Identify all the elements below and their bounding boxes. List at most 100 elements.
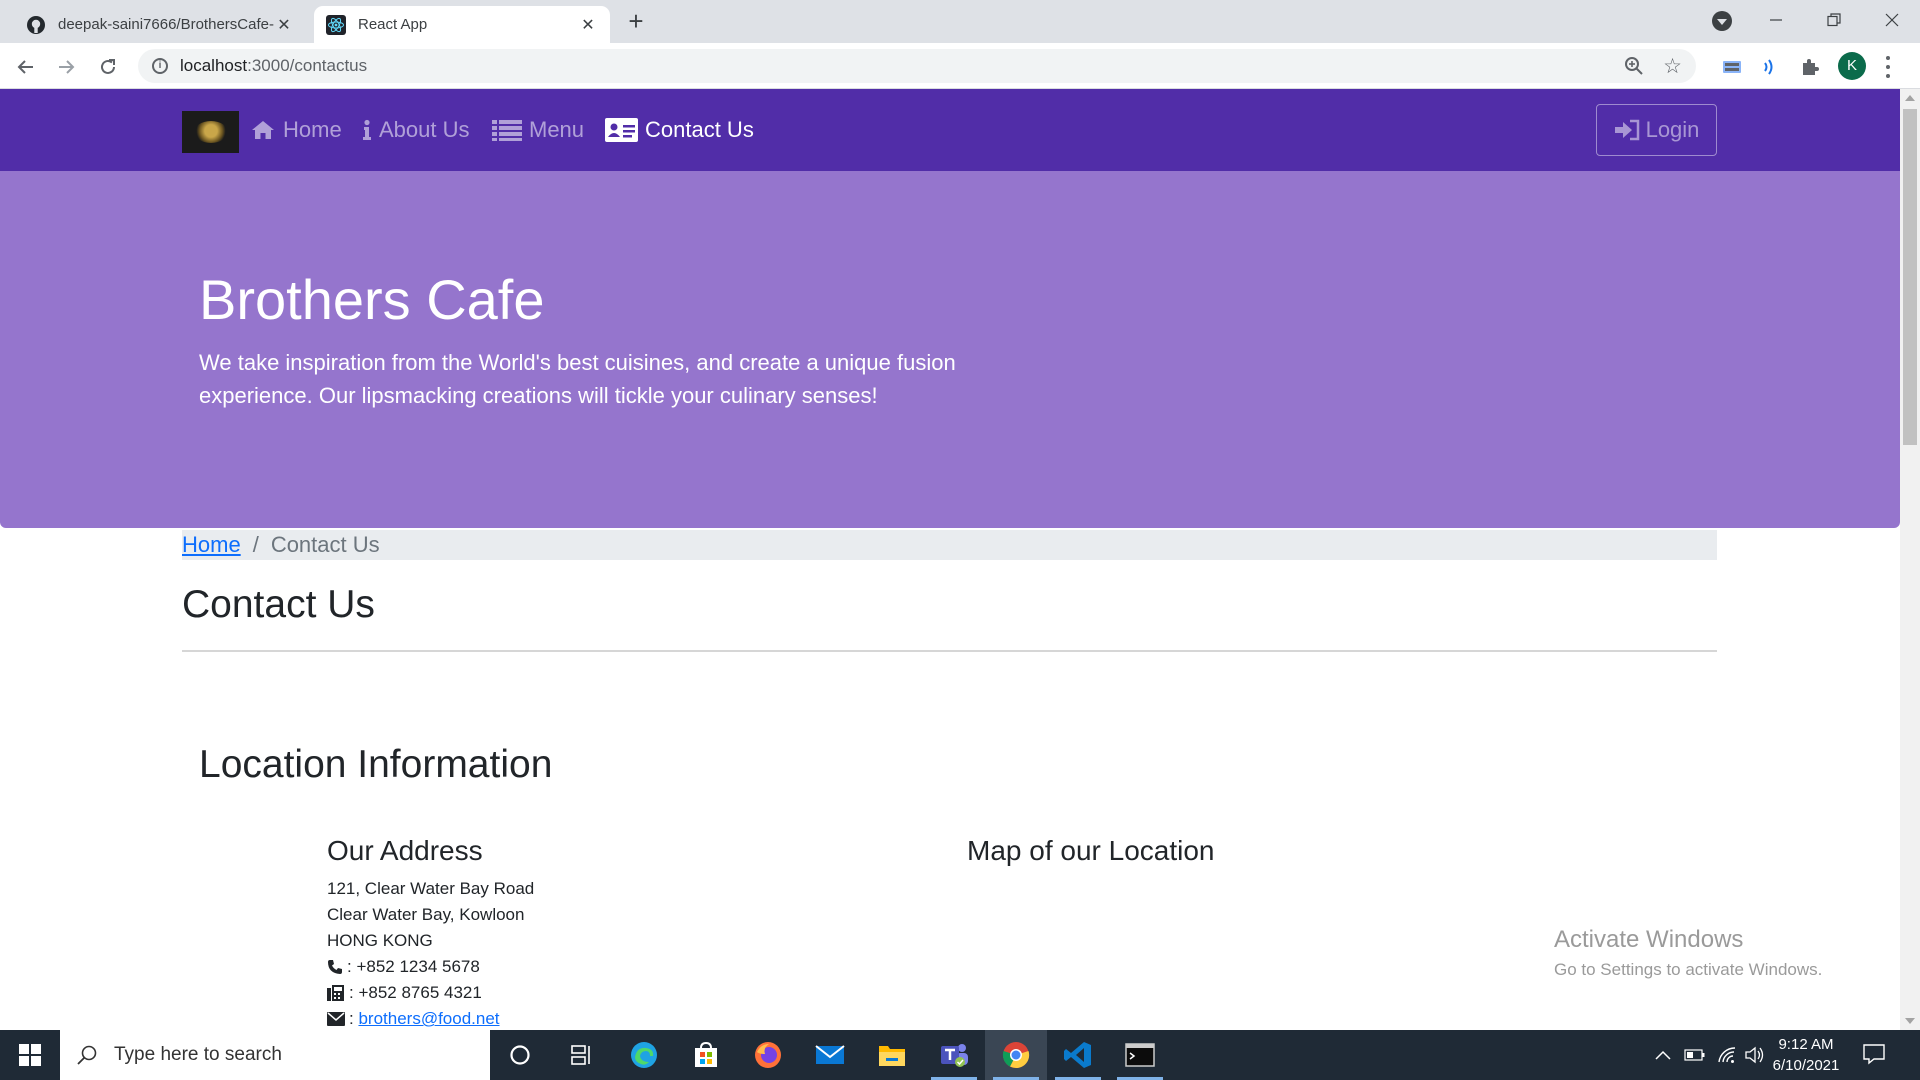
address-line: 121, Clear Water Bay Road bbox=[327, 879, 535, 898]
zoom-icon[interactable] bbox=[1624, 56, 1644, 81]
browser-toolbar: i localhost:3000/contactus ☆ K bbox=[0, 43, 1920, 89]
site-navbar: Home About Us Menu Contact Us Login bbox=[0, 89, 1900, 171]
terminal-icon[interactable] bbox=[1109, 1030, 1171, 1080]
nav-menu[interactable]: Menu bbox=[492, 89, 584, 171]
firefox-icon[interactable] bbox=[737, 1030, 799, 1080]
search-icon bbox=[76, 1044, 98, 1066]
battery-icon[interactable] bbox=[1680, 1030, 1710, 1080]
extension-read-aloud-icon[interactable] bbox=[1756, 53, 1784, 81]
page-scrollbar[interactable] bbox=[1900, 89, 1920, 1030]
tab-github[interactable]: deepak-saini7666/BrothersCafe-React-App … bbox=[14, 6, 306, 43]
close-tab-icon[interactable]: ✕ bbox=[274, 15, 294, 35]
divider bbox=[182, 650, 1717, 652]
taskbar-clock[interactable]: 9:12 AM 6/10/2021 bbox=[1762, 1034, 1850, 1076]
back-icon[interactable] bbox=[12, 53, 40, 81]
file-explorer-icon[interactable] bbox=[861, 1030, 923, 1080]
browser-tab-strip: deepak-saini7666/BrothersCafe-React-App … bbox=[0, 0, 1920, 43]
nav-home[interactable]: Home bbox=[250, 89, 342, 171]
scroll-down-icon[interactable] bbox=[1905, 1018, 1915, 1024]
nav-home-label: Home bbox=[283, 117, 342, 142]
nav-about-us[interactable]: About Us bbox=[362, 89, 470, 171]
url-text: localhost:3000/contactus bbox=[180, 56, 367, 76]
cafe-logo-icon bbox=[193, 121, 228, 143]
task-view-icon[interactable] bbox=[551, 1030, 613, 1080]
address-card-icon bbox=[605, 118, 638, 142]
windows-start-icon[interactable] bbox=[0, 1030, 60, 1080]
teams-icon[interactable] bbox=[923, 1030, 985, 1080]
address-line: HONG KONG bbox=[327, 931, 433, 950]
breadcrumb-separator: / bbox=[252, 532, 259, 557]
tab-react-app[interactable]: React App ✕ bbox=[314, 6, 610, 43]
minimize-icon[interactable] bbox=[1748, 0, 1804, 40]
tab-search-icon[interactable] bbox=[1712, 11, 1732, 31]
breadcrumb-home-link[interactable]: Home bbox=[182, 532, 241, 558]
hero-jumbotron: Brothers Cafe We take inspiration from t… bbox=[0, 171, 1900, 528]
address-bar[interactable]: i localhost:3000/contactus ☆ bbox=[138, 49, 1696, 83]
react-icon bbox=[326, 14, 346, 35]
nav-about-us-label: About Us bbox=[379, 117, 470, 142]
close-tab-icon[interactable]: ✕ bbox=[578, 15, 598, 35]
bookmark-star-icon[interactable]: ☆ bbox=[1663, 54, 1682, 79]
taskbar-search-input[interactable]: Type here to search bbox=[60, 1030, 490, 1080]
sign-in-icon bbox=[1614, 119, 1640, 141]
fax-icon bbox=[327, 985, 345, 1001]
microsoft-store-icon[interactable] bbox=[675, 1030, 737, 1080]
email-link[interactable]: brothers@food.net bbox=[358, 1006, 499, 1030]
address-heading: Our Address bbox=[327, 835, 483, 866]
activate-windows-watermark: Activate Windows Go to Settings to activ… bbox=[1554, 926, 1822, 980]
tab-title: React App bbox=[358, 16, 428, 33]
phone-icon bbox=[327, 959, 343, 975]
watermark-subtitle: Go to Settings to activate Windows. bbox=[1554, 960, 1823, 979]
mail-icon[interactable] bbox=[799, 1030, 861, 1080]
restore-icon[interactable] bbox=[1806, 0, 1862, 40]
clock-time: 9:12 AM bbox=[1778, 1036, 1834, 1053]
cortana-icon[interactable] bbox=[489, 1030, 551, 1080]
clock-date: 6/10/2021 bbox=[1772, 1057, 1840, 1074]
profile-avatar[interactable]: K bbox=[1838, 52, 1866, 80]
location-section-title: Location Information bbox=[199, 743, 553, 786]
breadcrumb: Home / Contact Us bbox=[182, 530, 1717, 560]
show-hidden-icons-chevron-icon[interactable] bbox=[1650, 1030, 1676, 1080]
vscode-icon[interactable] bbox=[1047, 1030, 1109, 1080]
chrome-icon[interactable] bbox=[985, 1030, 1047, 1080]
page-viewport: Home About Us Menu Contact Us Login Brot… bbox=[0, 89, 1900, 1030]
url-path: :3000/contactus bbox=[247, 56, 368, 75]
nav-contact-us-label: Contact Us bbox=[645, 117, 754, 142]
url-host: localhost bbox=[180, 56, 248, 75]
list-icon bbox=[492, 119, 522, 141]
extension-screen-icon[interactable] bbox=[1718, 53, 1746, 81]
close-window-icon[interactable] bbox=[1864, 0, 1920, 40]
phone-line: : +852 1234 5678 bbox=[327, 954, 534, 980]
reload-icon[interactable] bbox=[94, 53, 122, 81]
email-line: : brothers@food.net bbox=[327, 1006, 534, 1030]
brand-logo[interactable] bbox=[182, 111, 239, 153]
extensions-puzzle-icon[interactable] bbox=[1796, 53, 1824, 81]
hero-title: Brothers Cafe bbox=[199, 268, 545, 331]
watermark-title: Activate Windows bbox=[1554, 926, 1744, 953]
info-icon bbox=[362, 119, 372, 141]
nav-menu-label: Menu bbox=[529, 117, 585, 142]
login-button[interactable]: Login bbox=[1596, 104, 1717, 156]
edge-icon[interactable] bbox=[613, 1030, 675, 1080]
scroll-up-icon[interactable] bbox=[1905, 95, 1915, 101]
browser-menu-icon[interactable] bbox=[1884, 53, 1892, 81]
notification-center-icon[interactable] bbox=[1862, 1043, 1886, 1070]
site-info-icon[interactable]: i bbox=[152, 58, 168, 74]
windows-taskbar: Type here to search 9:12 AM 6/10/2021 bbox=[0, 1030, 1920, 1080]
phone-number: : +852 1234 5678 bbox=[347, 957, 480, 976]
fax-line: : +852 8765 4321 bbox=[327, 980, 534, 1006]
search-placeholder: Type here to search bbox=[114, 1044, 282, 1065]
hero-text: We take inspiration from the World's bes… bbox=[199, 350, 956, 408]
fax-number: : +852 8765 4321 bbox=[349, 983, 482, 1002]
address-line: Clear Water Bay, Kowloon bbox=[327, 905, 525, 924]
address-block: 121, Clear Water Bay Road Clear Water Ba… bbox=[327, 876, 534, 1030]
nav-contact-us[interactable]: Contact Us bbox=[605, 89, 754, 171]
wifi-icon[interactable] bbox=[1712, 1030, 1742, 1080]
login-label: Login bbox=[1645, 117, 1700, 142]
new-tab-button[interactable]: + bbox=[622, 8, 650, 36]
map-heading: Map of our Location bbox=[967, 835, 1215, 866]
forward-icon[interactable] bbox=[52, 53, 80, 81]
breadcrumb-current: Contact Us bbox=[270, 532, 380, 557]
page-title: Contact Us bbox=[182, 583, 375, 626]
scrollbar-thumb[interactable] bbox=[1903, 109, 1917, 445]
